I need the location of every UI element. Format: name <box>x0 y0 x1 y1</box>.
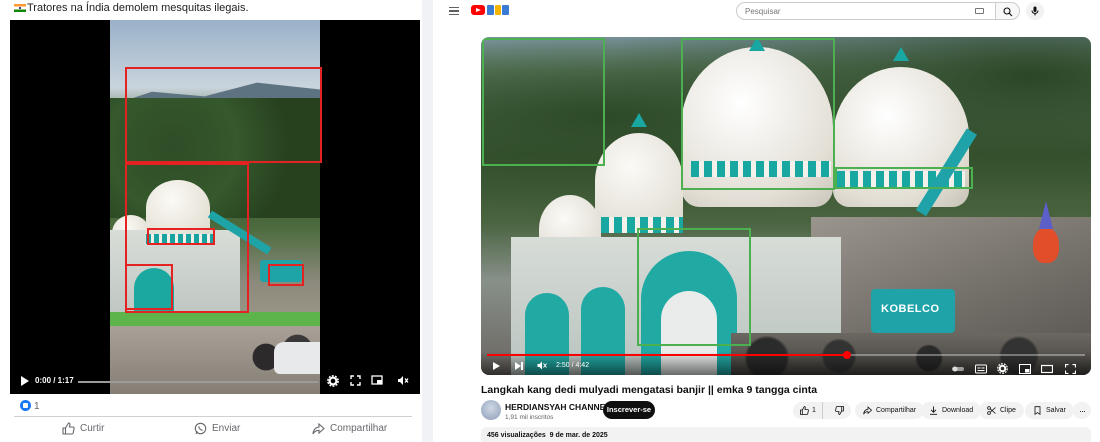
progress-fill <box>487 351 851 359</box>
excavator: KOBELCO <box>871 289 955 333</box>
youtube-logo-icon[interactable] <box>471 5 485 15</box>
next-video-icon[interactable] <box>515 362 523 370</box>
dislike-button[interactable] <box>827 402 851 419</box>
facebook-video-controls: 0:00 / 1:17 <box>10 370 420 394</box>
like-button[interactable]: Curtir <box>62 421 104 435</box>
hamburger-menu-icon[interactable] <box>449 7 459 15</box>
thumbs-down-icon <box>834 406 844 415</box>
search-icon <box>1003 7 1013 17</box>
settings-gear-icon[interactable] <box>326 375 340 389</box>
more-actions-button[interactable]: ··· <box>1073 402 1091 419</box>
like-count: 1 <box>812 407 816 414</box>
whatsapp-icon <box>194 422 207 434</box>
save-label: Salvar <box>1046 407 1066 414</box>
volume-muted-icon[interactable] <box>537 361 547 371</box>
like-label: Curtir <box>80 422 105 434</box>
description-box[interactable]: 456 visualizações 9 de mar. de 2025 <box>481 427 1091 442</box>
share-label: Compartilhar <box>876 407 917 414</box>
mute-icon[interactable] <box>396 375 410 389</box>
post-caption: Tratores na Índia demolem mesquitas ileg… <box>14 2 249 14</box>
download-button[interactable]: Download <box>921 402 982 419</box>
youtube-wordmark[interactable] <box>487 5 510 15</box>
facebook-video-player[interactable] <box>10 20 420 394</box>
india-flag-icon <box>14 4 26 12</box>
onion-spire <box>1033 201 1059 263</box>
send-label: Enviar <box>212 422 241 434</box>
picture-in-picture-icon[interactable] <box>370 375 384 389</box>
miniplayer-icon[interactable] <box>1019 361 1031 374</box>
seek-bar[interactable] <box>78 381 318 383</box>
share-arrow-icon <box>312 422 325 434</box>
clip-label: Clipe <box>1000 407 1016 414</box>
dome-spire <box>893 47 909 61</box>
scissors-icon <box>987 406 996 415</box>
channel-name[interactable]: HERDIANSYAH CHANNEL <box>505 402 610 412</box>
red-highlight-box <box>125 264 173 310</box>
youtube-video-controls: 2:50 / 4:42 <box>481 351 1091 375</box>
green-highlight-box <box>681 38 835 190</box>
like-dislike-group: 1 <box>793 402 851 419</box>
facebook-post: Tratores na Índia demolem mesquitas ileg… <box>0 0 422 442</box>
send-button[interactable]: Enviar <box>194 421 240 435</box>
theater-mode-icon[interactable] <box>1040 361 1054 374</box>
share-button[interactable]: Compartilhar <box>312 421 387 435</box>
thumbs-up-icon <box>800 406 809 415</box>
keyboard-icon[interactable] <box>975 8 984 14</box>
like-button[interactable]: 1 <box>793 402 824 419</box>
settings-gear-icon[interactable] <box>997 361 1009 374</box>
progress-bar[interactable] <box>487 351 1085 359</box>
subtitles-icon[interactable] <box>975 361 987 374</box>
video-time: 2:50 / 4:42 <box>556 362 590 369</box>
video-time: 0:00 / 1:17 <box>35 376 74 385</box>
red-highlight-box <box>268 264 304 286</box>
search-button[interactable] <box>996 2 1020 20</box>
youtube-watch-page: Pesquisar KOBELCO 2:50 / 4:42 Langkah ka… <box>433 0 1100 442</box>
download-icon <box>930 406 937 415</box>
video-title: Langkah kang dedi mulyadi mengatasi banj… <box>481 384 818 396</box>
play-icon[interactable] <box>493 362 500 370</box>
post-caption-text: Tratores na Índia demolem mesquitas ileg… <box>27 2 249 14</box>
share-button[interactable]: Compartilhar <box>855 402 925 419</box>
channel-avatar[interactable] <box>481 400 501 420</box>
more-horizontal-icon: ··· <box>1079 405 1086 416</box>
bookmark-icon <box>1034 406 1041 415</box>
play-icon[interactable] <box>21 376 29 386</box>
download-label: Download <box>942 407 974 414</box>
reaction-summary[interactable]: 1 <box>20 400 40 412</box>
voice-search-button[interactable] <box>1026 2 1044 20</box>
green-highlight-box <box>637 228 751 346</box>
screenshot-root: Tratores na Índia demolem mesquitas ileg… <box>0 0 1100 442</box>
subscribe-button[interactable]: Inscrever-se <box>603 401 655 419</box>
youtube-video-player[interactable]: KOBELCO <box>481 37 1091 375</box>
autoplay-toggle-icon[interactable] <box>951 361 964 372</box>
green-highlight-box <box>835 167 973 189</box>
save-button[interactable]: Salvar <box>1025 402 1074 419</box>
red-highlight-box <box>125 67 322 163</box>
fullscreen-icon[interactable] <box>1064 361 1077 375</box>
excavator-brand: KOBELCO <box>881 303 940 315</box>
like-reaction-icon <box>20 400 31 411</box>
subscriber-count: 1,91 mil inscritos <box>505 414 554 421</box>
reaction-count: 1 <box>34 401 40 412</box>
view-count: 456 visualizações <box>487 432 546 439</box>
share-label: Compartilhar <box>330 422 388 434</box>
search-placeholder: Pesquisar <box>745 7 781 16</box>
share-arrow-icon <box>863 406 872 415</box>
green-highlight-box <box>482 38 605 166</box>
thumbs-up-icon <box>62 421 75 435</box>
search-input[interactable]: Pesquisar <box>736 2 996 20</box>
clip-button[interactable]: Clipe <box>979 402 1024 419</box>
fullscreen-icon[interactable] <box>348 375 362 389</box>
upload-date: 9 de mar. de 2025 <box>549 432 608 439</box>
dome-spire <box>631 113 647 127</box>
red-highlight-box <box>147 228 215 245</box>
divider <box>14 416 412 417</box>
left-dome <box>595 133 683 229</box>
microphone-icon <box>1031 6 1039 16</box>
